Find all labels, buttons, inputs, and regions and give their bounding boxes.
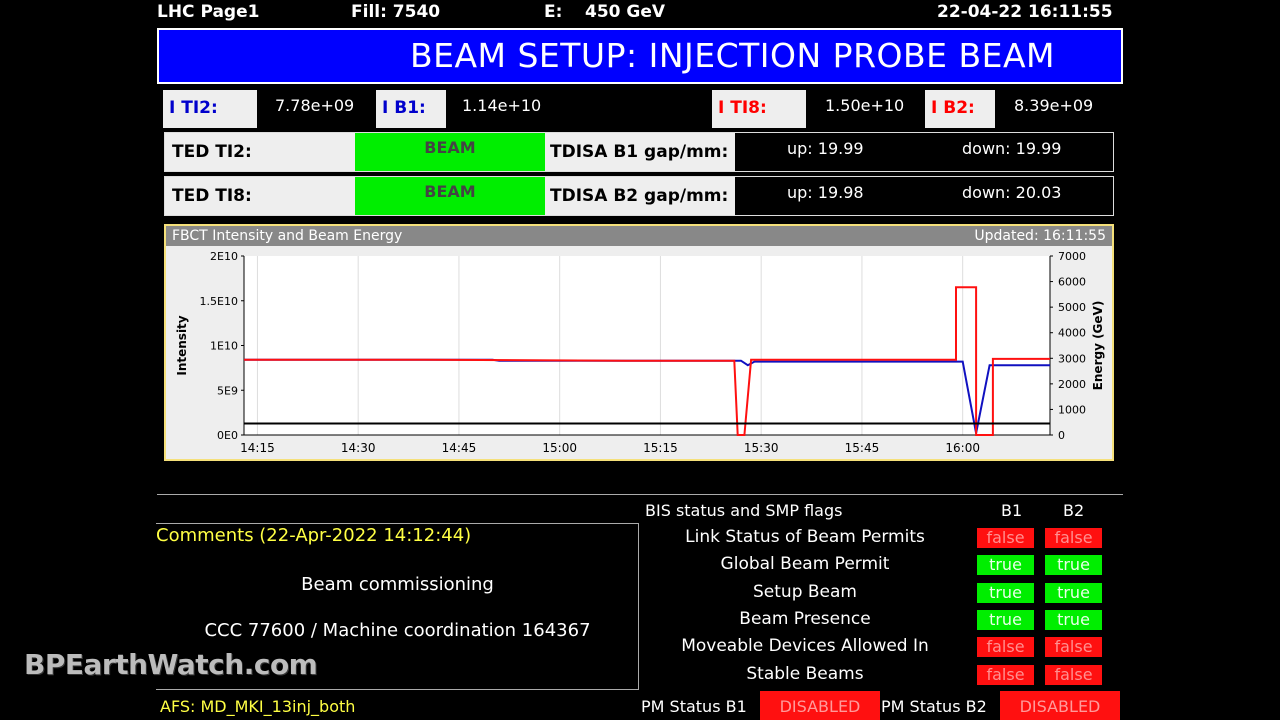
y2-tick-label: 4000: [1058, 327, 1086, 340]
pm-b1-status: DISABLED: [760, 691, 880, 720]
ted-ti8-row: TED TI8: BEAM TDISA B2 gap/mm: up: 19.98…: [164, 176, 1114, 216]
energy-value: 450 GeV: [585, 2, 666, 22]
y-tick-label: 1.5E10: [200, 295, 238, 308]
intensity-energy-chart: FBCT Intensity and Beam Energy Updated: …: [164, 224, 1114, 461]
bis-flag-b2: false: [1045, 528, 1102, 548]
pm-b2-label: PM Status B2: [881, 697, 987, 716]
tdisa-b1-label: TDISA B1 gap/mm:: [545, 133, 735, 171]
tdisa-b1-up: up: 19.99: [787, 139, 864, 158]
y2-tick-label: 3000: [1058, 352, 1086, 365]
intensity-b2-value: 8.39e+09: [1014, 96, 1094, 115]
bis-col-b2: B2: [1063, 501, 1085, 520]
bis-flag-b2: false: [1045, 637, 1102, 658]
bis-flag-row: Setup Beam true true: [640, 582, 1120, 604]
ted-ti2-state: BEAM: [355, 133, 545, 171]
bis-flag-b1: false: [977, 664, 1034, 685]
bis-flag-b2: true: [1045, 609, 1102, 630]
bis-flag-row: Link Status of Beam Permits false false: [640, 527, 1120, 549]
x-tick-label: 14:45: [442, 441, 477, 455]
pm-b1-label: PM Status B1: [641, 697, 747, 716]
bis-flag-b2: true: [1045, 555, 1102, 576]
bis-flag-label: Stable Beams: [746, 663, 864, 684]
y2-tick-label: 1000: [1058, 403, 1086, 416]
plot-area: [244, 256, 1050, 435]
intensity-b1-label: I B1:: [376, 90, 446, 128]
y2-tick-label: 5000: [1058, 301, 1086, 314]
intensity-ti8-value: 1.50e+10: [825, 96, 905, 115]
bis-flag-label: Global Beam Permit: [720, 554, 890, 575]
bis-flag-b1: true: [977, 582, 1034, 603]
page-name: LHC Page1: [157, 2, 260, 22]
intensity-ti2-value: 7.78e+09: [275, 96, 355, 115]
bis-col-b1: B1: [1001, 501, 1023, 520]
y-tick-label: 5E9: [217, 384, 238, 397]
x-tick-label: 15:30: [744, 441, 779, 455]
bis-flag-label: Beam Presence: [739, 608, 871, 629]
x-tick-label: 15:00: [542, 441, 577, 455]
intensity-b2-label: I B2:: [925, 90, 995, 128]
bis-flag-row: Stable Beams false false: [640, 664, 1120, 686]
x-tick-label: 15:15: [643, 441, 678, 455]
comment-line-2: CCC 77600 / Machine coordination 164367: [204, 620, 591, 641]
chart-plot: 14:15 14:30 14:45 15:00 15:15 15:30 15:45 16:00…: [175, 250, 1105, 455]
y2-tick-label: 2000: [1058, 378, 1086, 391]
bis-title: BIS status and SMP flags: [645, 501, 843, 520]
tdisa-b1-down: down: 19.99: [962, 139, 1062, 158]
bis-flag-label: Moveable Devices Allowed In: [681, 636, 929, 657]
comments-title: Comments (22-Apr-2022 14:12:44): [156, 525, 472, 546]
afs-status: AFS: MD_MKI_13inj_both: [160, 697, 356, 716]
bis-flag-label: Link Status of Beam Permits: [685, 527, 925, 547]
tdisa-b2-label: TDISA B2 gap/mm:: [545, 177, 735, 215]
bis-flag-row: Moveable Devices Allowed In false false: [640, 636, 1120, 658]
x-tick-label: 16:00: [945, 441, 980, 455]
bis-flag-row: Beam Presence true true: [640, 609, 1120, 631]
chart-updated: Updated: 16:11:55: [974, 228, 1106, 244]
fill-number: Fill: 7540: [351, 2, 441, 22]
chart-title: FBCT Intensity and Beam Energy: [172, 228, 403, 244]
beam-mode-banner: BEAM SETUP: INJECTION PROBE BEAM: [157, 28, 1123, 84]
chart-header: FBCT Intensity and Beam Energy Updated: …: [166, 226, 1112, 246]
bis-flag-b1: true: [977, 609, 1034, 630]
y2-tick-label: 6000: [1058, 276, 1086, 289]
intensity-b1-value: 1.14e+10: [462, 96, 542, 115]
energy-label: E:: [544, 2, 563, 22]
y2-tick-label: 7000: [1058, 250, 1086, 263]
bis-flag-label: Setup Beam: [753, 581, 857, 602]
x-tick-label: 14:15: [240, 441, 275, 455]
ted-ti8-state: BEAM: [355, 177, 545, 215]
comment-line-1: Beam commissioning: [301, 574, 494, 595]
bis-flag-b2: true: [1045, 582, 1102, 603]
bis-flag-b1: true: [977, 555, 1034, 576]
bis-flag-b1: false: [977, 637, 1034, 658]
tdisa-b2-down: down: 20.03: [962, 183, 1062, 202]
section-divider: [157, 494, 1123, 495]
y2-axis-title: Energy (GeV): [1091, 301, 1105, 391]
ted-ti8-label: TED TI8:: [165, 177, 355, 215]
pm-b2-status: DISABLED: [1000, 691, 1120, 720]
intensity-ti2-label: I TI2:: [163, 90, 257, 128]
y2-tick-label: 0: [1058, 429, 1065, 442]
ted-ti2-row: TED TI2: BEAM TDISA B1 gap/mm: up: 19.99…: [164, 132, 1114, 172]
x-tick-label: 15:45: [845, 441, 880, 455]
y-tick-label: 2E10: [210, 250, 238, 263]
beam-mode-title: BEAM SETUP: INJECTION PROBE BEAM: [409, 36, 1055, 75]
intensity-ti8-label: I TI8:: [712, 90, 806, 128]
bis-flag-b2: false: [1045, 664, 1102, 685]
y-tick-label: 0E0: [217, 429, 238, 442]
ted-ti2-label: TED TI2:: [165, 133, 355, 171]
timestamp: 22-04-22 16:11:55: [937, 2, 1113, 22]
y-tick-label: 1E10: [210, 340, 238, 353]
bis-flag-b1: false: [977, 528, 1034, 548]
y-axis-title: Intensity: [175, 315, 189, 375]
tdisa-b2-up: up: 19.98: [787, 183, 864, 202]
bis-flag-row: Global Beam Permit true true: [640, 554, 1120, 576]
watermark-logo: BPEarthWatch.com: [24, 648, 318, 681]
x-tick-label: 14:30: [341, 441, 376, 455]
